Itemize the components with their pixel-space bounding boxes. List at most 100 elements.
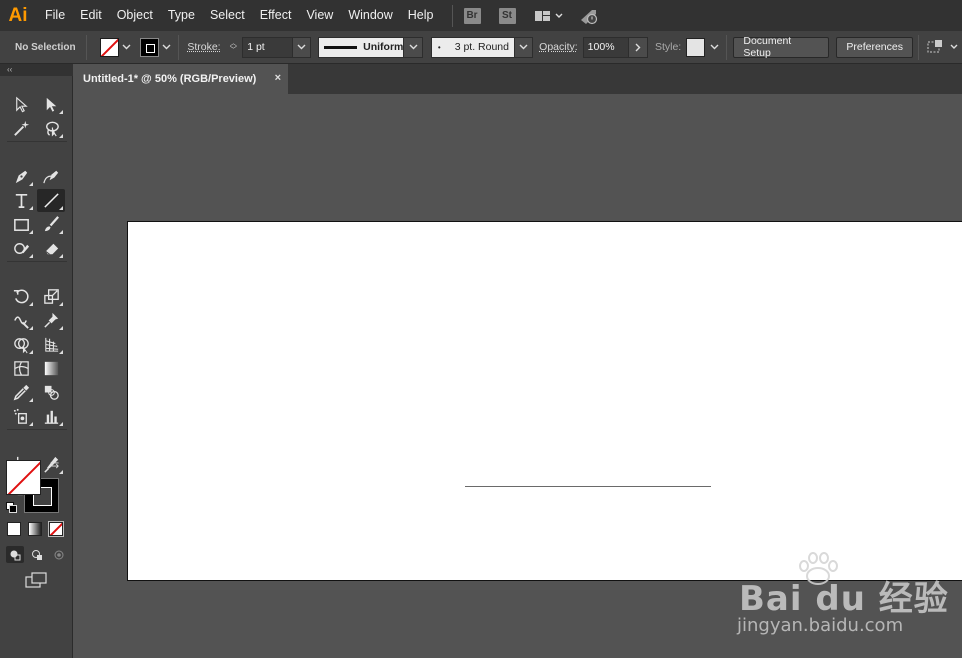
- gradient-icon: [42, 359, 61, 378]
- bridge-button[interactable]: Br: [464, 8, 481, 24]
- lasso-tool[interactable]: [37, 117, 65, 140]
- tools-panel-header[interactable]: ‹‹: [0, 64, 73, 76]
- control-bar: No Selection Stroke: ︿ ﹀ 1 pt Uniform • 3…: [0, 31, 962, 64]
- opacity-expand[interactable]: [629, 37, 647, 58]
- gradient-tool[interactable]: [37, 357, 65, 380]
- stroke-weight-stepper[interactable]: ︿ ﹀: [227, 37, 241, 58]
- fill-none-swatch[interactable]: [6, 460, 41, 495]
- more-tools-indicator: [29, 302, 33, 306]
- variable-width-profile-field[interactable]: Uniform: [318, 37, 404, 58]
- more-tools-indicator: [59, 254, 63, 258]
- stock-button[interactable]: St: [499, 8, 516, 24]
- menu-select[interactable]: Select: [204, 0, 251, 31]
- document-setup-button[interactable]: Document Setup: [733, 37, 829, 58]
- curvature-pen-icon: [42, 167, 61, 186]
- rectangle-tool[interactable]: [7, 213, 35, 236]
- arrange-documents-button[interactable]: [534, 0, 564, 31]
- stroke-label[interactable]: Stroke:: [187, 41, 220, 53]
- blend-icon: [42, 383, 61, 402]
- pen-tool[interactable]: [7, 165, 35, 188]
- menu-window[interactable]: Window: [342, 0, 398, 31]
- stroke-weight-field[interactable]: 1 pt: [242, 37, 293, 58]
- arrange-panel-button[interactable]: [926, 38, 962, 56]
- menu-edit[interactable]: Edit: [74, 0, 108, 31]
- magic-wand-tool[interactable]: [7, 117, 35, 140]
- close-icon[interactable]: ×: [275, 72, 281, 84]
- stroke-swatch[interactable]: [140, 38, 159, 57]
- draw-inside-button[interactable]: [50, 546, 68, 563]
- graphic-style-swatch[interactable]: [686, 38, 705, 57]
- artboard[interactable]: [127, 221, 962, 581]
- perspective-grid-tool[interactable]: [37, 333, 65, 356]
- tool-grid: [7, 93, 67, 501]
- scale-tool[interactable]: [37, 285, 65, 308]
- warp-tool[interactable]: [7, 309, 35, 332]
- direct-selection-tool[interactable]: [37, 93, 65, 116]
- line-segment-tool[interactable]: [37, 189, 65, 212]
- more-tools-indicator: [29, 350, 33, 354]
- stroke-dropdown[interactable]: [160, 38, 174, 57]
- shape-builder-tool[interactable]: [7, 333, 35, 356]
- draw-normal-button[interactable]: [6, 546, 24, 563]
- shape-builder-icon: [12, 335, 31, 354]
- puppet-warp-tool[interactable]: [37, 309, 65, 332]
- eyedropper-tool[interactable]: [7, 381, 35, 404]
- shaper-tool[interactable]: [7, 237, 35, 260]
- collapse-panel-icon[interactable]: ‹‹: [7, 65, 12, 74]
- drawn-line-segment[interactable]: [465, 486, 711, 487]
- draw-inside-icon: [53, 549, 65, 561]
- tool-group-divider: [7, 261, 67, 263]
- blend-tool[interactable]: [37, 381, 65, 404]
- up-arrow-icon: ︿: [230, 40, 237, 47]
- menu-type[interactable]: Type: [162, 0, 201, 31]
- curvature-tool[interactable]: [37, 165, 65, 188]
- mesh-tool[interactable]: [7, 357, 35, 380]
- eraser-icon: [42, 239, 61, 258]
- color-mode-button[interactable]: [7, 522, 21, 536]
- variable-width-profile-dropdown[interactable]: [404, 37, 422, 58]
- menu-file[interactable]: File: [39, 0, 71, 31]
- menu-bar: Ai File Edit Object Type Select Effect V…: [0, 0, 962, 31]
- brush-definition-field[interactable]: • 3 pt. Round: [431, 37, 515, 58]
- column-graph-tool[interactable]: [37, 405, 65, 428]
- menu-object[interactable]: Object: [111, 0, 159, 31]
- preferences-button[interactable]: Preferences: [836, 37, 913, 58]
- opacity-label[interactable]: Opacity:: [539, 41, 578, 53]
- opacity-field[interactable]: 100%: [583, 37, 630, 58]
- selection-tool[interactable]: [7, 93, 35, 116]
- more-tools-indicator: [29, 398, 33, 402]
- rectangle-icon: [12, 215, 31, 234]
- more-tools-indicator: [29, 182, 33, 186]
- gpu-performance-button[interactable]: [578, 0, 600, 31]
- graphic-style-dropdown[interactable]: [708, 38, 722, 57]
- gradient-mode-button[interactable]: [28, 522, 42, 536]
- control-divider: [86, 35, 87, 60]
- menu-view[interactable]: View: [300, 0, 339, 31]
- more-tools-indicator: [59, 134, 63, 138]
- tool-group-divider: [7, 429, 67, 431]
- stroke-weight-dropdown[interactable]: [293, 37, 311, 58]
- change-screen-mode-button[interactable]: [24, 572, 48, 593]
- menu-effect[interactable]: Effect: [254, 0, 298, 31]
- swap-fill-stroke-icon[interactable]: ⇆: [50, 458, 59, 471]
- none-mode-button[interactable]: [49, 522, 63, 536]
- document-tab-title: Untitled-1* @ 50% (RGB/Preview): [83, 73, 256, 85]
- rotate-tool[interactable]: [7, 285, 35, 308]
- tool-group-divider: [7, 141, 67, 143]
- type-tool[interactable]: [7, 189, 35, 212]
- rotate-icon: [12, 287, 31, 306]
- paintbrush-tool[interactable]: [37, 213, 65, 236]
- menu-help[interactable]: Help: [402, 0, 440, 31]
- fill-dropdown[interactable]: [120, 38, 134, 57]
- gpu-rocket-icon: [578, 7, 600, 25]
- document-tab[interactable]: Untitled-1* @ 50% (RGB/Preview) ×: [74, 64, 288, 94]
- eraser-tool[interactable]: [37, 237, 65, 260]
- fill-swatch[interactable]: [100, 38, 119, 57]
- paintbrush-icon: [42, 215, 61, 234]
- symbol-sprayer-tool[interactable]: [7, 405, 35, 428]
- default-fill-stroke-icon[interactable]: [6, 502, 16, 512]
- variable-width-profile-label: Uniform: [363, 41, 403, 53]
- symbol-sprayer-icon: [12, 407, 31, 426]
- draw-behind-button[interactable]: [28, 546, 46, 563]
- brush-definition-dropdown[interactable]: [515, 37, 533, 58]
